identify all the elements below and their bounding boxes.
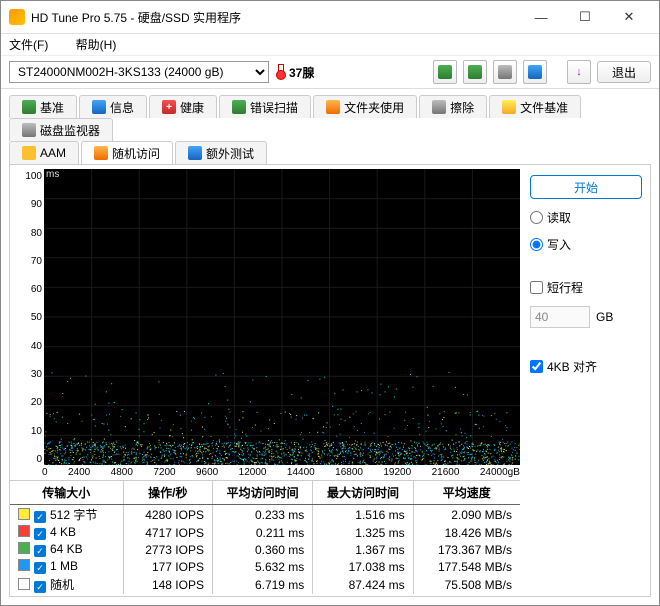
short-stroke-unit: GB	[596, 310, 613, 324]
col-ops: 操作/秒	[123, 481, 212, 505]
window-title: HD Tune Pro 5.75 - 硬盘/SSD 实用程序	[31, 9, 519, 26]
col-transfer-size: 传输大小	[10, 481, 123, 505]
menu-help[interactable]: 帮助(H)	[76, 38, 129, 52]
start-button[interactable]: 开始	[530, 175, 642, 199]
file-bench-icon	[502, 100, 516, 114]
plus-icon: +	[162, 100, 176, 114]
short-stroke-size[interactable]	[530, 306, 590, 328]
tab-file-benchmark[interactable]: 文件基准	[489, 95, 581, 118]
menu-file[interactable]: 文件(F)	[9, 38, 60, 52]
temperature-value: 37腺	[289, 64, 314, 81]
info-icon	[92, 100, 106, 114]
copy-results-button[interactable]	[463, 60, 487, 84]
gauge-icon	[22, 100, 36, 114]
table-row: ✓随机148 IOPS6.719 ms87.424 ms75.508 MB/s	[10, 575, 520, 594]
titlebar: HD Tune Pro 5.75 - 硬盘/SSD 实用程序 — ☐ ✕	[1, 1, 659, 34]
save-icon: ↓	[576, 66, 582, 78]
doc-icon	[438, 65, 452, 79]
tab-aam[interactable]: AAM	[9, 141, 79, 164]
minimize-button[interactable]: —	[519, 2, 563, 32]
speaker-icon	[22, 146, 36, 160]
exit-button[interactable]: 退出	[597, 61, 651, 83]
settings-button[interactable]	[523, 60, 547, 84]
y-unit: ms	[46, 169, 59, 180]
chart-x-axis: 02400 48007200 960012000 1440016800 1920…	[10, 465, 520, 480]
results-table: 传输大小 操作/秒 平均访问时间 最大访问时间 平均速度 ✓512 字节4280…	[10, 480, 520, 594]
col-avg-access: 平均访问时间	[212, 481, 312, 505]
tab-disk-monitor[interactable]: 磁盘监视器	[9, 118, 113, 141]
copy-info-button[interactable]	[433, 60, 457, 84]
app-icon	[9, 9, 25, 25]
tab-extra-tests[interactable]: 额外测试	[175, 141, 267, 164]
table-row: ✓4 KB4717 IOPS0.211 ms1.325 ms18.426 MB/…	[10, 524, 520, 541]
screenshot-button[interactable]	[493, 60, 517, 84]
tab-folder-usage[interactable]: 文件夹使用	[313, 95, 417, 118]
random-icon	[94, 146, 108, 160]
table-row: ✓64 KB2773 IOPS0.360 ms1.367 ms173.367 M…	[10, 541, 520, 558]
tabs-row-2: AAM 随机访问 额外测试	[1, 141, 659, 164]
radio-read[interactable]: 读取	[530, 209, 642, 226]
tab-random-access[interactable]: 随机访问	[81, 141, 173, 164]
thermometer-icon	[275, 64, 285, 80]
check-short-stroke[interactable]: 短行程	[530, 279, 642, 296]
tab-health[interactable]: +健康	[149, 95, 217, 118]
close-button[interactable]: ✕	[607, 2, 651, 32]
tab-benchmark[interactable]: 基准	[9, 95, 77, 118]
col-avg-speed: 平均速度	[413, 481, 520, 505]
radio-write[interactable]: 写入	[530, 236, 642, 253]
drive-select[interactable]: ST24000NM002H-3KS133 (24000 gB)	[9, 61, 269, 83]
folder-icon	[326, 100, 340, 114]
tab-content: 10090 8070 6050 4030 2010 0 ms 02400 480…	[9, 164, 651, 597]
check-4kb-align[interactable]: 4KB 对齐	[530, 358, 642, 375]
monitor-icon	[22, 123, 36, 137]
camera-icon	[498, 65, 512, 79]
tab-erase[interactable]: 擦除	[419, 95, 487, 118]
save-button[interactable]: ↓	[567, 60, 591, 84]
table-row: ✓512 字节4280 IOPS0.233 ms1.516 ms2.090 MB…	[10, 505, 520, 525]
app-window: HD Tune Pro 5.75 - 硬盘/SSD 实用程序 — ☐ ✕ 文件(…	[0, 0, 660, 606]
side-panel: 开始 读取 写入 短行程 GB 4KB 对齐	[522, 165, 650, 596]
stack-icon	[468, 65, 482, 79]
erase-icon	[432, 100, 446, 114]
table-row: ✓1 MB177 IOPS5.632 ms17.038 ms177.548 MB…	[10, 558, 520, 575]
tabs-row-1: 基准 信息 +健康 错误扫描 文件夹使用 擦除 文件基准 磁盘监视器	[1, 95, 659, 141]
chart-y-axis: 10090 8070 6050 4030 2010 0	[10, 169, 44, 465]
chart-pane: 10090 8070 6050 4030 2010 0 ms 02400 480…	[10, 165, 522, 596]
gear-icon	[528, 65, 542, 79]
menubar: 文件(F) 帮助(H)	[1, 34, 659, 55]
extra-icon	[188, 146, 202, 160]
temperature-readout: 37腺	[275, 64, 314, 81]
tab-info[interactable]: 信息	[79, 95, 147, 118]
tab-error-scan[interactable]: 错误扫描	[219, 95, 311, 118]
scatter-chart: ms	[44, 169, 520, 465]
col-max-access: 最大访问时间	[313, 481, 413, 505]
magnifier-icon	[232, 100, 246, 114]
maximize-button[interactable]: ☐	[563, 2, 607, 32]
toolbar: ST24000NM002H-3KS133 (24000 gB) 37腺 ↓ 退出	[1, 55, 659, 89]
